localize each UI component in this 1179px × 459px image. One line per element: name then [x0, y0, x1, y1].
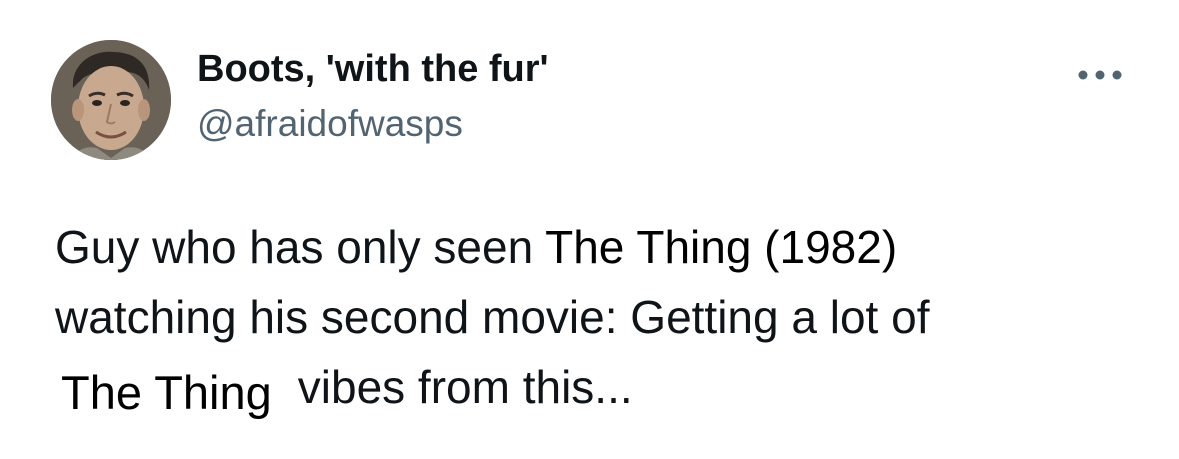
tweet-text-segment: Guy who has only seen: [55, 221, 546, 273]
tweet-line-2: watching his second movie: Getting a lot…: [55, 291, 930, 343]
tweet-line-3: The Thing vibes from this...: [55, 352, 1135, 428]
pasted-title-text: The Thing (1982): [545, 221, 898, 273]
author-header: Boots, 'with the fur' @afraidofwasps: [197, 46, 549, 146]
tweet-card[interactable]: Boots, 'with the fur' @afraidofwasps Guy…: [0, 0, 1179, 459]
tweet-text-segment: vibes from this...: [297, 361, 633, 413]
user-handle[interactable]: @afraidofwasps: [197, 102, 549, 146]
more-options-icon: [1078, 70, 1122, 80]
more-options-button[interactable]: [1070, 60, 1130, 90]
tweet-line-1: Guy who has only seen The Thing (1982): [55, 212, 1135, 282]
avatar[interactable]: [51, 40, 171, 160]
pasted-title-text: The Thing: [61, 366, 272, 419]
profile-photo-icon: [51, 40, 171, 160]
tweet-text: Guy who has only seen The Thing (1982) w…: [55, 212, 1135, 428]
display-name[interactable]: Boots, 'with the fur': [197, 46, 549, 92]
